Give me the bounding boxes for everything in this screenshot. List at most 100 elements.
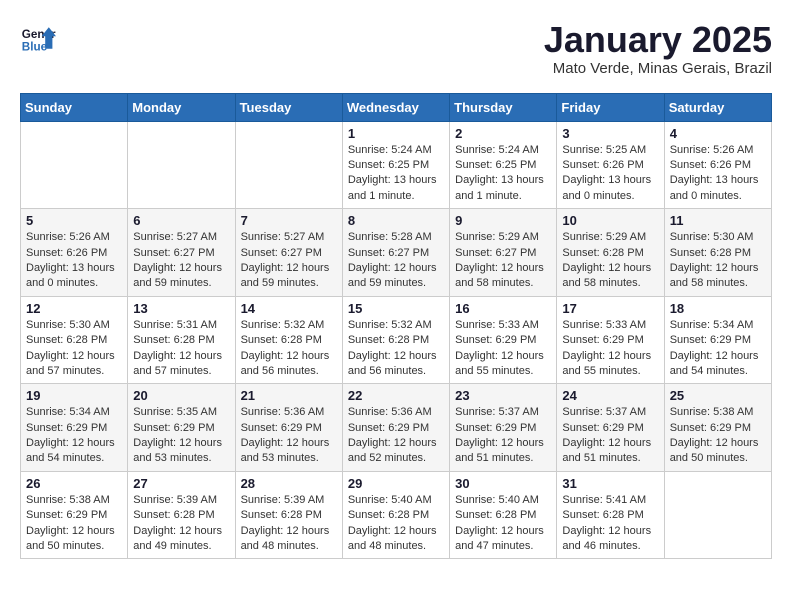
calendar-subtitle: Mato Verde, Minas Gerais, Brazil — [544, 60, 772, 77]
weekday-header-saturday: Saturday — [664, 93, 771, 121]
day-cell-31: 31 Sunrise: 5:41 AM Sunset: 6:28 PM Dayli… — [557, 471, 664, 559]
day-cell-27: 27 Sunrise: 5:39 AM Sunset: 6:28 PM Dayli… — [128, 471, 235, 559]
day-number: 8 — [348, 213, 444, 228]
day-number: 27 — [133, 476, 229, 491]
day-cell-10: 10 Sunrise: 5:29 AM Sunset: 6:28 PM Dayli… — [557, 209, 664, 297]
day-cell-24: 24 Sunrise: 5:37 AM Sunset: 6:29 PM Dayli… — [557, 384, 664, 472]
day-cell-5: 5 Sunrise: 5:26 AM Sunset: 6:26 PM Daylig… — [21, 209, 128, 297]
day-number: 3 — [562, 126, 658, 141]
day-info: Sunrise: 5:34 AM Sunset: 6:29 PM Dayligh… — [670, 318, 766, 380]
day-number: 2 — [455, 126, 551, 141]
day-info: Sunrise: 5:36 AM Sunset: 6:29 PM Dayligh… — [348, 405, 444, 467]
day-info: Sunrise: 5:29 AM Sunset: 6:28 PM Dayligh… — [562, 230, 658, 292]
day-number: 28 — [241, 476, 337, 491]
calendar-table: SundayMondayTuesdayWednesdayThursdayFrid… — [20, 93, 772, 560]
day-number: 25 — [670, 388, 766, 403]
day-cell-21: 21 Sunrise: 5:36 AM Sunset: 6:29 PM Dayli… — [235, 384, 342, 472]
day-number: 6 — [133, 213, 229, 228]
day-info: Sunrise: 5:30 AM Sunset: 6:28 PM Dayligh… — [670, 230, 766, 292]
day-number: 18 — [670, 301, 766, 316]
day-cell-28: 28 Sunrise: 5:39 AM Sunset: 6:28 PM Dayli… — [235, 471, 342, 559]
day-info: Sunrise: 5:40 AM Sunset: 6:28 PM Dayligh… — [348, 493, 444, 555]
calendar-title: January 2025 — [544, 20, 772, 60]
day-info: Sunrise: 5:41 AM Sunset: 6:28 PM Dayligh… — [562, 493, 658, 555]
logo-icon: General Blue — [20, 20, 56, 56]
day-cell-25: 25 Sunrise: 5:38 AM Sunset: 6:29 PM Dayli… — [664, 384, 771, 472]
day-number: 4 — [670, 126, 766, 141]
weekday-header-row: SundayMondayTuesdayWednesdayThursdayFrid… — [21, 93, 772, 121]
empty-cell — [664, 471, 771, 559]
day-number: 12 — [26, 301, 122, 316]
weekday-header-wednesday: Wednesday — [342, 93, 449, 121]
day-info: Sunrise: 5:37 AM Sunset: 6:29 PM Dayligh… — [562, 405, 658, 467]
page-header: General Blue January 2025 Mato Verde, Mi… — [20, 20, 772, 77]
day-cell-6: 6 Sunrise: 5:27 AM Sunset: 6:27 PM Daylig… — [128, 209, 235, 297]
day-number: 17 — [562, 301, 658, 316]
day-info: Sunrise: 5:36 AM Sunset: 6:29 PM Dayligh… — [241, 405, 337, 467]
weekday-header-sunday: Sunday — [21, 93, 128, 121]
day-cell-13: 13Sunrise: 5:31 AM Sunset: 6:28 PM Dayli… — [128, 296, 235, 384]
logo: General Blue — [20, 20, 56, 56]
empty-cell — [128, 121, 235, 209]
day-info: Sunrise: 5:27 AM Sunset: 6:27 PM Dayligh… — [133, 230, 229, 292]
day-info: Sunrise: 5:26 AM Sunset: 6:26 PM Dayligh… — [670, 143, 766, 205]
day-number: 24 — [562, 388, 658, 403]
weekday-header-monday: Monday — [128, 93, 235, 121]
day-number: 9 — [455, 213, 551, 228]
week-row-4: 19Sunrise: 5:34 AM Sunset: 6:29 PM Dayli… — [21, 384, 772, 472]
title-block: January 2025 Mato Verde, Minas Gerais, B… — [544, 20, 772, 77]
day-info: Sunrise: 5:33 AM Sunset: 6:29 PM Dayligh… — [455, 318, 551, 380]
day-info: Sunrise: 5:31 AM Sunset: 6:28 PM Dayligh… — [133, 318, 229, 380]
empty-cell — [21, 121, 128, 209]
day-cell-16: 16 Sunrise: 5:33 AM Sunset: 6:29 PM Dayli… — [450, 296, 557, 384]
day-info: Sunrise: 5:39 AM Sunset: 6:28 PM Dayligh… — [241, 493, 337, 555]
day-cell-12: 12Sunrise: 5:30 AM Sunset: 6:28 PM Dayli… — [21, 296, 128, 384]
day-number: 10 — [562, 213, 658, 228]
day-cell-15: 15Sunrise: 5:32 AM Sunset: 6:28 PM Dayli… — [342, 296, 449, 384]
day-info: Sunrise: 5:40 AM Sunset: 6:28 PM Dayligh… — [455, 493, 551, 555]
day-cell-11: 11 Sunrise: 5:30 AM Sunset: 6:28 PM Dayli… — [664, 209, 771, 297]
day-cell-19: 19Sunrise: 5:34 AM Sunset: 6:29 PM Dayli… — [21, 384, 128, 472]
weekday-header-friday: Friday — [557, 93, 664, 121]
day-info: Sunrise: 5:32 AM Sunset: 6:28 PM Dayligh… — [348, 318, 444, 380]
day-info: Sunrise: 5:24 AM Sunset: 6:25 PM Dayligh… — [348, 143, 444, 205]
day-cell-4: 4 Sunrise: 5:26 AM Sunset: 6:26 PM Daylig… — [664, 121, 771, 209]
day-info: Sunrise: 5:34 AM Sunset: 6:29 PM Dayligh… — [26, 405, 122, 467]
day-info: Sunrise: 5:35 AM Sunset: 6:29 PM Dayligh… — [133, 405, 229, 467]
day-cell-20: 20Sunrise: 5:35 AM Sunset: 6:29 PM Dayli… — [128, 384, 235, 472]
day-info: Sunrise: 5:37 AM Sunset: 6:29 PM Dayligh… — [455, 405, 551, 467]
empty-cell — [235, 121, 342, 209]
day-number: 21 — [241, 388, 337, 403]
day-number: 31 — [562, 476, 658, 491]
day-info: Sunrise: 5:25 AM Sunset: 6:26 PM Dayligh… — [562, 143, 658, 205]
day-info: Sunrise: 5:29 AM Sunset: 6:27 PM Dayligh… — [455, 230, 551, 292]
day-number: 11 — [670, 213, 766, 228]
week-row-5: 26Sunrise: 5:38 AM Sunset: 6:29 PM Dayli… — [21, 471, 772, 559]
day-number: 23 — [455, 388, 551, 403]
day-info: Sunrise: 5:24 AM Sunset: 6:25 PM Dayligh… — [455, 143, 551, 205]
day-cell-23: 23 Sunrise: 5:37 AM Sunset: 6:29 PM Dayli… — [450, 384, 557, 472]
day-cell-18: 18 Sunrise: 5:34 AM Sunset: 6:29 PM Dayli… — [664, 296, 771, 384]
weekday-header-thursday: Thursday — [450, 93, 557, 121]
day-number: 16 — [455, 301, 551, 316]
day-cell-14: 14Sunrise: 5:32 AM Sunset: 6:28 PM Dayli… — [235, 296, 342, 384]
day-number: 1 — [348, 126, 444, 141]
day-info: Sunrise: 5:27 AM Sunset: 6:27 PM Dayligh… — [241, 230, 337, 292]
day-number: 26 — [26, 476, 122, 491]
day-cell-3: 3 Sunrise: 5:25 AM Sunset: 6:26 PM Daylig… — [557, 121, 664, 209]
day-cell-22: 22 Sunrise: 5:36 AM Sunset: 6:29 PM Dayli… — [342, 384, 449, 472]
day-cell-26: 26Sunrise: 5:38 AM Sunset: 6:29 PM Dayli… — [21, 471, 128, 559]
day-cell-2: 2 Sunrise: 5:24 AM Sunset: 6:25 PM Daylig… — [450, 121, 557, 209]
day-cell-29: 29Sunrise: 5:40 AM Sunset: 6:28 PM Dayli… — [342, 471, 449, 559]
day-number: 22 — [348, 388, 444, 403]
day-number: 5 — [26, 213, 122, 228]
day-info: Sunrise: 5:28 AM Sunset: 6:27 PM Dayligh… — [348, 230, 444, 292]
day-cell-17: 17Sunrise: 5:33 AM Sunset: 6:29 PM Dayli… — [557, 296, 664, 384]
week-row-3: 12Sunrise: 5:30 AM Sunset: 6:28 PM Dayli… — [21, 296, 772, 384]
day-number: 7 — [241, 213, 337, 228]
day-info: Sunrise: 5:39 AM Sunset: 6:28 PM Dayligh… — [133, 493, 229, 555]
svg-text:Blue: Blue — [22, 41, 48, 54]
day-info: Sunrise: 5:26 AM Sunset: 6:26 PM Dayligh… — [26, 230, 122, 292]
day-cell-8: 8 Sunrise: 5:28 AM Sunset: 6:27 PM Daylig… — [342, 209, 449, 297]
day-info: Sunrise: 5:38 AM Sunset: 6:29 PM Dayligh… — [670, 405, 766, 467]
